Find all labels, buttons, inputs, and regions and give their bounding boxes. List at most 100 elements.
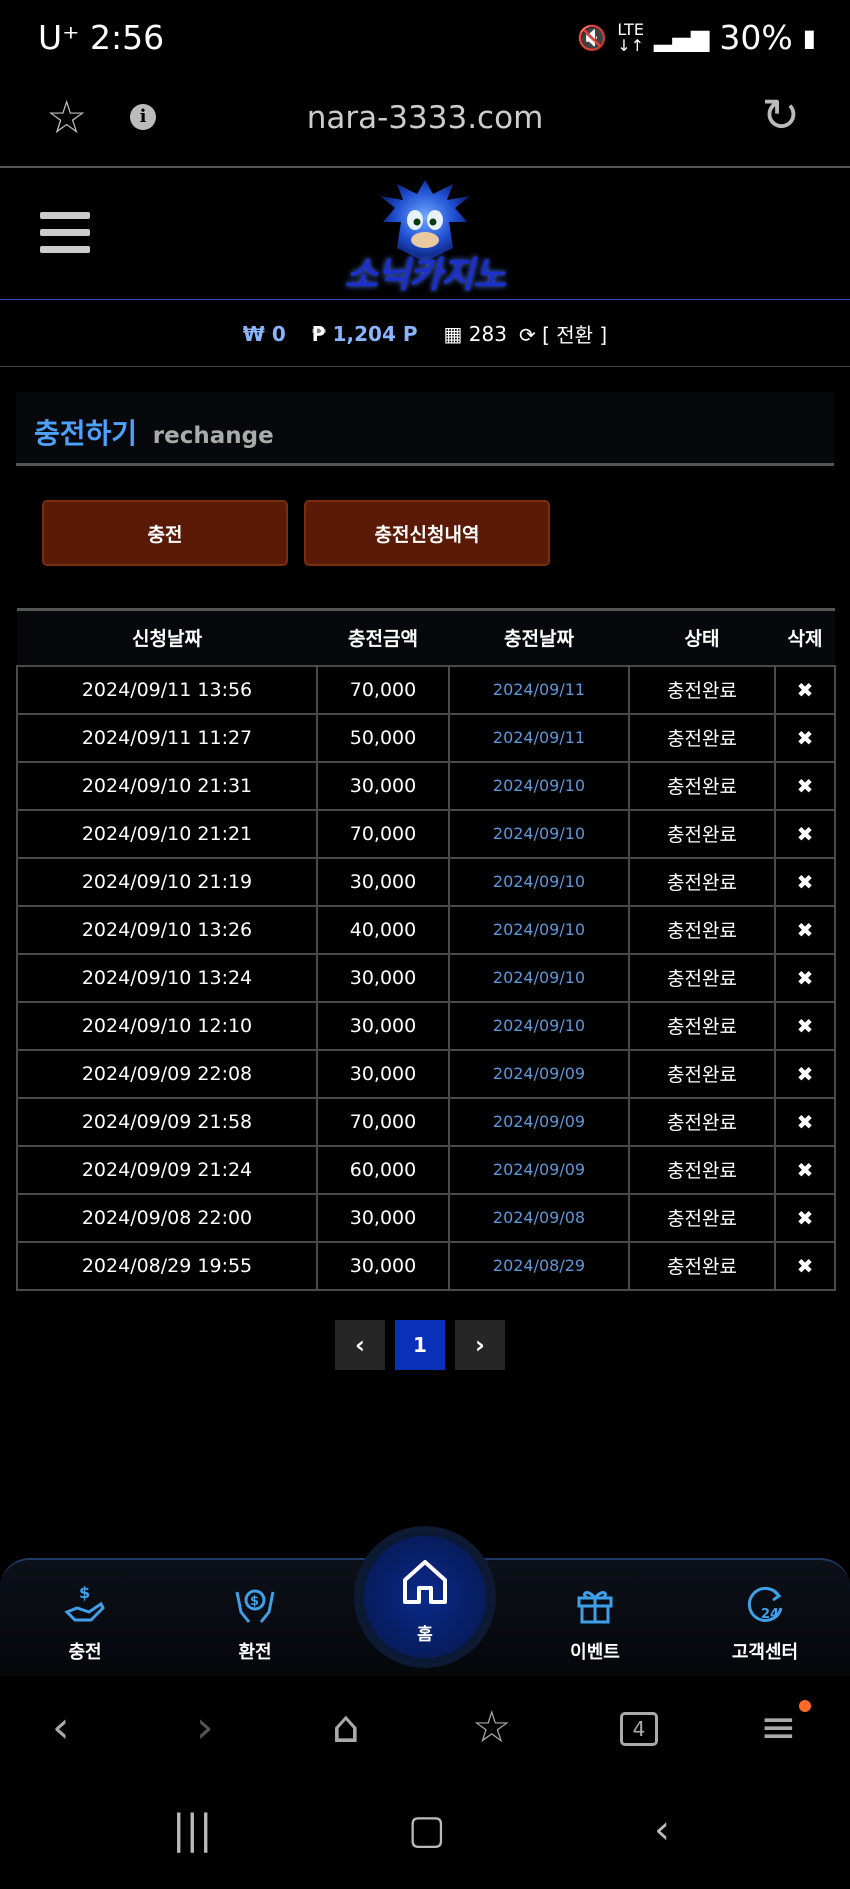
status-bar: U⁺ 2:56 🔇 LTE ↓↑ ▂▄▆ 30% ▮	[0, 0, 850, 80]
url-text[interactable]: nara-3333.com	[0, 100, 850, 136]
header-charge-date: 충전날짜	[449, 608, 629, 666]
table-row: 2024/09/09 21:58 70,000 2024/09/09 충전완료 ✖	[16, 1096, 836, 1147]
delete-button[interactable]: ✖	[774, 1240, 836, 1291]
delete-button[interactable]: ✖	[774, 1096, 836, 1147]
table-row: 2024/09/09 21:24 60,000 2024/09/09 충전완료 ✖	[16, 1144, 836, 1195]
bottom-menu-exchange[interactable]: $ 환전	[200, 1582, 310, 1664]
delete-button[interactable]: ✖	[774, 1192, 836, 1243]
bottom-menu-event[interactable]: 이벤트	[540, 1582, 650, 1664]
home-system-icon[interactable]: ▢	[408, 1810, 446, 1850]
delete-button[interactable]: ✖	[774, 904, 836, 955]
lte-icon: LTE ↓↑	[617, 19, 645, 55]
cell-charge-date: 2024/09/09	[448, 1048, 630, 1099]
forward-icon[interactable]: ›	[196, 1706, 214, 1750]
svg-text:24: 24	[761, 1607, 779, 1622]
cell-charge-date: 2024/09/10	[448, 1000, 630, 1051]
recent-apps-icon[interactable]: |||	[172, 1810, 212, 1850]
pagination: ‹ 1 ›	[335, 1320, 505, 1370]
cell-charge-date: 2024/09/10	[448, 904, 630, 955]
delete-button[interactable]: ✖	[774, 1144, 836, 1195]
page-subtitle: rechange	[152, 423, 274, 449]
bottom-menu-support-label: 고객센터	[731, 1642, 799, 1663]
cell-charge-date: 2024/09/10	[448, 808, 630, 859]
tab-charge[interactable]: 충전	[42, 500, 288, 566]
system-nav-bar: ||| ▢ ‹	[0, 1786, 850, 1889]
page-title: 충전하기	[34, 417, 138, 450]
bottom-menu-charge[interactable]: $ 충전	[30, 1582, 140, 1664]
mute-icon: 🔇	[577, 23, 608, 52]
point-symbol: ₱	[311, 321, 326, 346]
support-24-icon: 24	[710, 1582, 820, 1632]
tab-bar: 충전 충전신청내역	[42, 500, 550, 566]
won-value: 0	[271, 321, 286, 346]
prev-page-button[interactable]: ‹	[335, 1320, 385, 1370]
cell-request-date: 2024/09/09 22:08	[16, 1048, 318, 1099]
table-header-row: 신청날짜 충전금액 충전날짜 상태 삭제	[17, 608, 835, 666]
signal-icon: ▂▄▆	[654, 23, 710, 52]
cell-amount: 40,000	[316, 904, 450, 955]
cell-amount: 70,000	[316, 1096, 450, 1147]
back-icon[interactable]: ‹	[52, 1706, 70, 1750]
cell-request-date: 2024/09/10 12:10	[16, 1000, 318, 1051]
table-row: 2024/09/09 22:08 30,000 2024/09/09 충전완료 ✖	[16, 1048, 836, 1099]
section-header: 충전하기 rechange	[16, 392, 834, 466]
delete-button[interactable]: ✖	[774, 760, 836, 811]
reload-icon[interactable]: ↻	[761, 92, 800, 138]
bottom-menu-exchange-label: 환전	[238, 1642, 272, 1663]
tabs-count-icon[interactable]: 4	[620, 1712, 658, 1746]
cell-status: 충전완료	[628, 1240, 776, 1291]
cell-request-date: 2024/09/10 13:24	[16, 952, 318, 1003]
cell-amount: 70,000	[316, 808, 450, 859]
cell-amount: 30,000	[316, 1192, 450, 1243]
battery-icon: ▮	[802, 23, 816, 52]
table-row: 2024/09/10 21:31 30,000 2024/09/10 충전완료 ✖	[16, 760, 836, 811]
cell-amount: 30,000	[316, 1000, 450, 1051]
bookmarks-icon[interactable]: ☆	[472, 1706, 511, 1750]
delete-button[interactable]: ✖	[774, 664, 836, 715]
site-logo[interactable]: 소닉카지노	[325, 176, 525, 296]
status-time: U⁺ 2:56	[38, 18, 165, 57]
notification-dot-icon	[799, 1700, 811, 1712]
cell-status: 충전완료	[628, 1144, 776, 1195]
bottom-menu-home[interactable]: 홈	[360, 1532, 490, 1662]
table-row: 2024/09/10 12:10 30,000 2024/09/10 충전완료 ✖	[16, 1000, 836, 1051]
delete-button[interactable]: ✖	[774, 1048, 836, 1099]
table-row: 2024/09/10 13:26 40,000 2024/09/10 충전완료 ✖	[16, 904, 836, 955]
next-page-button[interactable]: ›	[455, 1320, 505, 1370]
tab-charge-history[interactable]: 충전신청내역	[304, 500, 550, 566]
browser-url-bar: ☆ i nara-3333.com ↻	[0, 80, 850, 168]
cell-request-date: 2024/09/11 13:56	[16, 664, 318, 715]
delete-button[interactable]: ✖	[774, 856, 836, 907]
cell-request-date: 2024/09/10 21:19	[16, 856, 318, 907]
browser-menu-icon[interactable]: ≡	[760, 1706, 797, 1750]
delete-button[interactable]: ✖	[774, 808, 836, 859]
header-amount: 충전금액	[317, 608, 449, 666]
refresh-icon: ⟳	[518, 323, 536, 347]
hamburger-menu-icon[interactable]	[40, 212, 92, 256]
cell-request-date: 2024/09/08 22:00	[16, 1192, 318, 1243]
chip-balance: ▦ 283	[444, 322, 507, 346]
page-number-current[interactable]: 1	[395, 1320, 445, 1370]
delete-button[interactable]: ✖	[774, 712, 836, 763]
cell-status: 충전완료	[628, 1192, 776, 1243]
cell-charge-date: 2024/09/09	[448, 1096, 630, 1147]
convert-button[interactable]: ⟳ [ 전환 ]	[519, 319, 607, 348]
cell-amount: 30,000	[316, 952, 450, 1003]
cell-status: 충전완료	[628, 904, 776, 955]
delete-button[interactable]: ✖	[774, 1000, 836, 1051]
cell-request-date: 2024/09/09 21:24	[16, 1144, 318, 1195]
cell-request-date: 2024/09/10 21:31	[16, 760, 318, 811]
home-nav-icon[interactable]: ⌂	[332, 1706, 360, 1750]
cell-request-date: 2024/09/11 11:27	[16, 712, 318, 763]
browser-nav-bar: ‹ › ⌂ ☆ 4 ≡	[0, 1676, 850, 1786]
bottom-menu-support[interactable]: 24 고객센터	[710, 1582, 820, 1664]
back-system-icon[interactable]: ‹	[654, 1810, 670, 1850]
won-symbol: ₩	[242, 321, 265, 346]
logo-text: 소닉카지노	[344, 255, 507, 296]
delete-button[interactable]: ✖	[774, 952, 836, 1003]
chip-icon: ▦	[443, 321, 463, 346]
cell-charge-date: 2024/09/10	[448, 856, 630, 907]
convert-label: [ 전환 ]	[542, 323, 608, 347]
gift-icon	[540, 1582, 650, 1632]
cell-status: 충전완료	[628, 664, 776, 715]
